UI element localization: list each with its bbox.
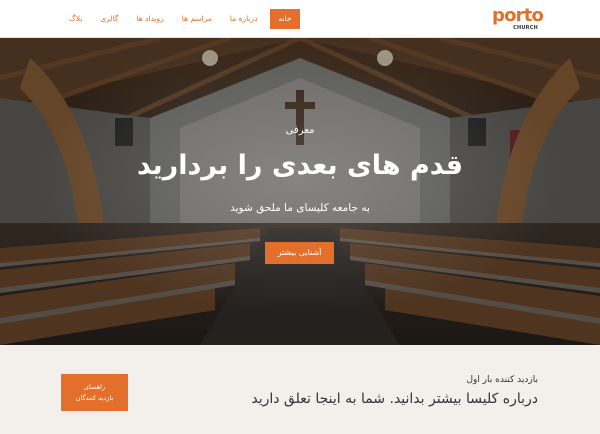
hero-background-image <box>0 38 600 345</box>
nav-ceremonies[interactable]: مراسم ها <box>173 9 221 29</box>
visitor-guide-line2: بازدید کنندگان <box>75 393 114 402</box>
hero-subtitle: به جامعه کلیسای ما ملحق شوید <box>230 202 370 214</box>
site-logo[interactable]: porto CHURCH <box>492 6 544 32</box>
visitor-text: درباره کلیسا بیشتر بدانید. شما به اینجا … <box>251 391 538 407</box>
logo-wordmark: porto <box>492 5 544 26</box>
nav-gallery[interactable]: گالری <box>91 9 127 29</box>
visitor-band: بازدید کننده بار اول درباره کلیسا بیشتر … <box>0 345 600 434</box>
nav-about[interactable]: درباره ما <box>221 9 267 29</box>
visitor-guide-line1: راهنمای <box>83 382 106 391</box>
nav-events[interactable]: رویداد ها <box>127 9 172 29</box>
nav-home[interactable]: خانه <box>270 9 300 29</box>
site-header: بلاگ گالری رویداد ها مراسم ها درباره ما … <box>0 0 600 38</box>
learn-more-button[interactable]: آشنایی بیشتر <box>265 242 334 264</box>
main-nav: بلاگ گالری رویداد ها مراسم ها درباره ما … <box>60 9 300 29</box>
hero-section: معرفی قدم های بعدی را بردارید به جامعه ک… <box>0 38 600 345</box>
hero-title: قدم های بعدی را بردارید <box>136 150 464 181</box>
visitor-label: بازدید کننده بار اول <box>466 375 538 385</box>
logo-subtitle: CHURCH <box>513 25 538 31</box>
hero-eyebrow: معرفی <box>285 125 315 136</box>
visitor-guide-button[interactable]: راهنمای بازدید کنندگان <box>61 374 128 411</box>
nav-blog[interactable]: بلاگ <box>60 9 91 29</box>
